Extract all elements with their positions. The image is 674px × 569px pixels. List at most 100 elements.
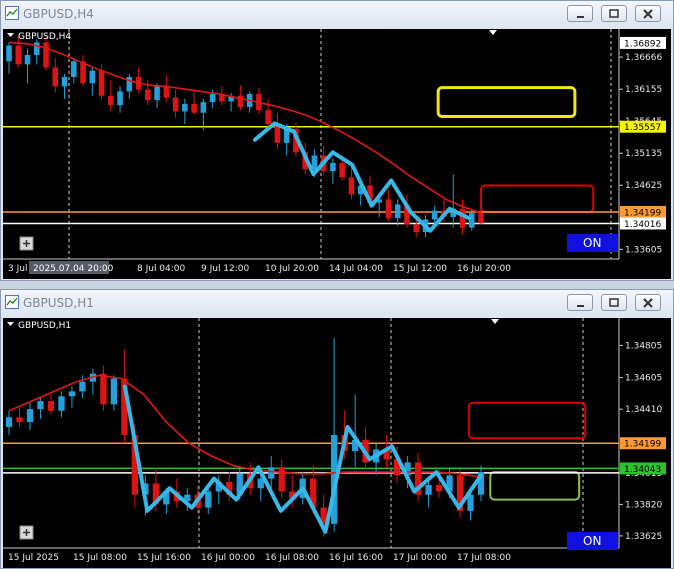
candle-body [435, 485, 443, 492]
candle-body [478, 213, 484, 224]
candle-body [154, 86, 160, 101]
time-axis-label: 15 Jul 12:00 [393, 264, 447, 274]
chart-window-h4[interactable]: GBPUSD,H4 1.366661.361551.356451.351351.… [0, 0, 674, 281]
time-axis-label: 15 Jul 16:00 [137, 553, 191, 563]
price-tick-label: 1.33820 [625, 500, 662, 510]
time-axis-label: 16 Jul 20:00 [457, 264, 511, 274]
candle-body [5, 417, 13, 427]
candle-body [425, 485, 432, 495]
candle-body [265, 110, 271, 125]
candle-body [431, 210, 438, 220]
candle-body [37, 401, 44, 410]
candle-body [339, 162, 345, 178]
price-tick-label: 1.35135 [625, 149, 662, 159]
price-tick-label: 1.36666 [625, 53, 662, 63]
app-icon [5, 6, 19, 20]
time-axis-label: 17 Jul 00:00 [393, 553, 447, 563]
restore-icon [609, 298, 619, 307]
chart-symbol-label: GBPUSD,H1 [18, 321, 71, 331]
candle-body [330, 162, 336, 172]
minimize-button[interactable] [567, 294, 593, 311]
time-axis-label: 10 Jul 20:00 [265, 264, 319, 274]
status-badge-label: ON [583, 534, 601, 548]
candle-body [24, 54, 31, 65]
price-tick-label: 1.36155 [625, 85, 662, 95]
time-axis-label: 16 Jul 00:00 [201, 553, 255, 563]
candle-body [6, 45, 12, 62]
candle-body [117, 91, 123, 106]
window-titlebar[interactable]: GBPUSD,H1 [1, 290, 673, 316]
window-title: GBPUSD,H1 [23, 296, 94, 310]
candle-body [200, 102, 207, 113]
candle-body [47, 401, 55, 411]
candle-body [163, 86, 170, 98]
candle-body [79, 381, 86, 392]
restore-button[interactable] [601, 294, 627, 311]
candle-body [205, 491, 212, 508]
minimize-button[interactable] [567, 5, 593, 22]
price-tick-label: 1.33625 [625, 532, 662, 542]
candle-body [268, 467, 275, 479]
time-axis-label: 16 Jul 08:00 [265, 553, 319, 563]
time-axis-label: 15 Jul 2025 [8, 553, 59, 563]
window-title: GBPUSD,H4 [23, 7, 94, 21]
candle-body [311, 155, 318, 170]
status-badge-label: ON [583, 236, 601, 250]
candle-body [68, 391, 76, 397]
candle-body [26, 409, 34, 423]
candle-body [278, 467, 285, 492]
candle-body [33, 42, 40, 55]
price-chart-h1[interactable]: 1.348051.346051.344101.340151.338201.336… [3, 318, 671, 568]
candle-body [15, 45, 22, 65]
price-tag-label: 1.35557 [624, 123, 661, 133]
price-tag-label: 1.34199 [624, 440, 661, 450]
candle-body [394, 204, 401, 219]
restore-button[interactable] [601, 5, 627, 22]
close-icon [643, 298, 653, 308]
candle-body [98, 70, 105, 96]
candle-body [191, 103, 197, 113]
candle-body [172, 97, 179, 112]
candle-body [108, 95, 114, 106]
chart-window-h1[interactable]: GBPUSD,H1 1.348051.346051.344101.340151.… [0, 289, 674, 569]
minimize-icon [577, 16, 584, 18]
minimize-icon [577, 305, 584, 307]
candle-body [182, 103, 188, 112]
candle-body [100, 373, 107, 405]
candle-body [468, 213, 475, 228]
price-chart-h4[interactable]: 1.366661.361551.356451.351351.346251.340… [3, 29, 671, 279]
price-tick-label: 1.34410 [625, 405, 662, 415]
window-titlebar[interactable]: GBPUSD,H4 [1, 1, 673, 27]
candle-body [413, 224, 419, 233]
close-button[interactable] [635, 294, 661, 311]
candle-body [110, 378, 118, 405]
chart-symbol-label: GBPUSD,H4 [18, 32, 71, 42]
candle-body [385, 199, 392, 219]
candle-body [89, 70, 96, 84]
close-button[interactable] [635, 5, 661, 22]
crosshair-time-label: 2025.07.04 20:00 [33, 264, 114, 274]
candle-body [348, 177, 355, 195]
price-tick-label: 1.33605 [625, 245, 662, 255]
candle-body [58, 396, 65, 411]
candle-body [209, 93, 216, 103]
price-tag-label: 1.36892 [624, 39, 661, 49]
price-tag-label: 1.34016 [624, 220, 661, 230]
price-tick-label: 1.34805 [625, 341, 662, 351]
time-axis-label: 16 Jul 16:00 [329, 553, 383, 563]
price-tag-label: 1.34199 [624, 208, 661, 218]
time-axis-label: 9 Jul 12:00 [201, 264, 250, 274]
time-axis-label: 8 Jul 04:00 [137, 264, 186, 274]
close-icon [643, 9, 653, 19]
time-axis-label: 14 Jul 04:00 [329, 264, 383, 274]
time-axis-label: 17 Jul 08:00 [457, 553, 511, 563]
price-tick-label: 1.34605 [625, 374, 662, 384]
price-tick-label: 1.34625 [625, 181, 662, 191]
candle-body [71, 61, 77, 77]
time-axis-label: 15 Jul 08:00 [73, 553, 127, 563]
restore-icon [609, 9, 619, 18]
candle-body [145, 89, 151, 101]
price-tag-label: 1.34043 [624, 465, 661, 475]
app-icon [5, 295, 19, 309]
candle-body [61, 76, 68, 87]
